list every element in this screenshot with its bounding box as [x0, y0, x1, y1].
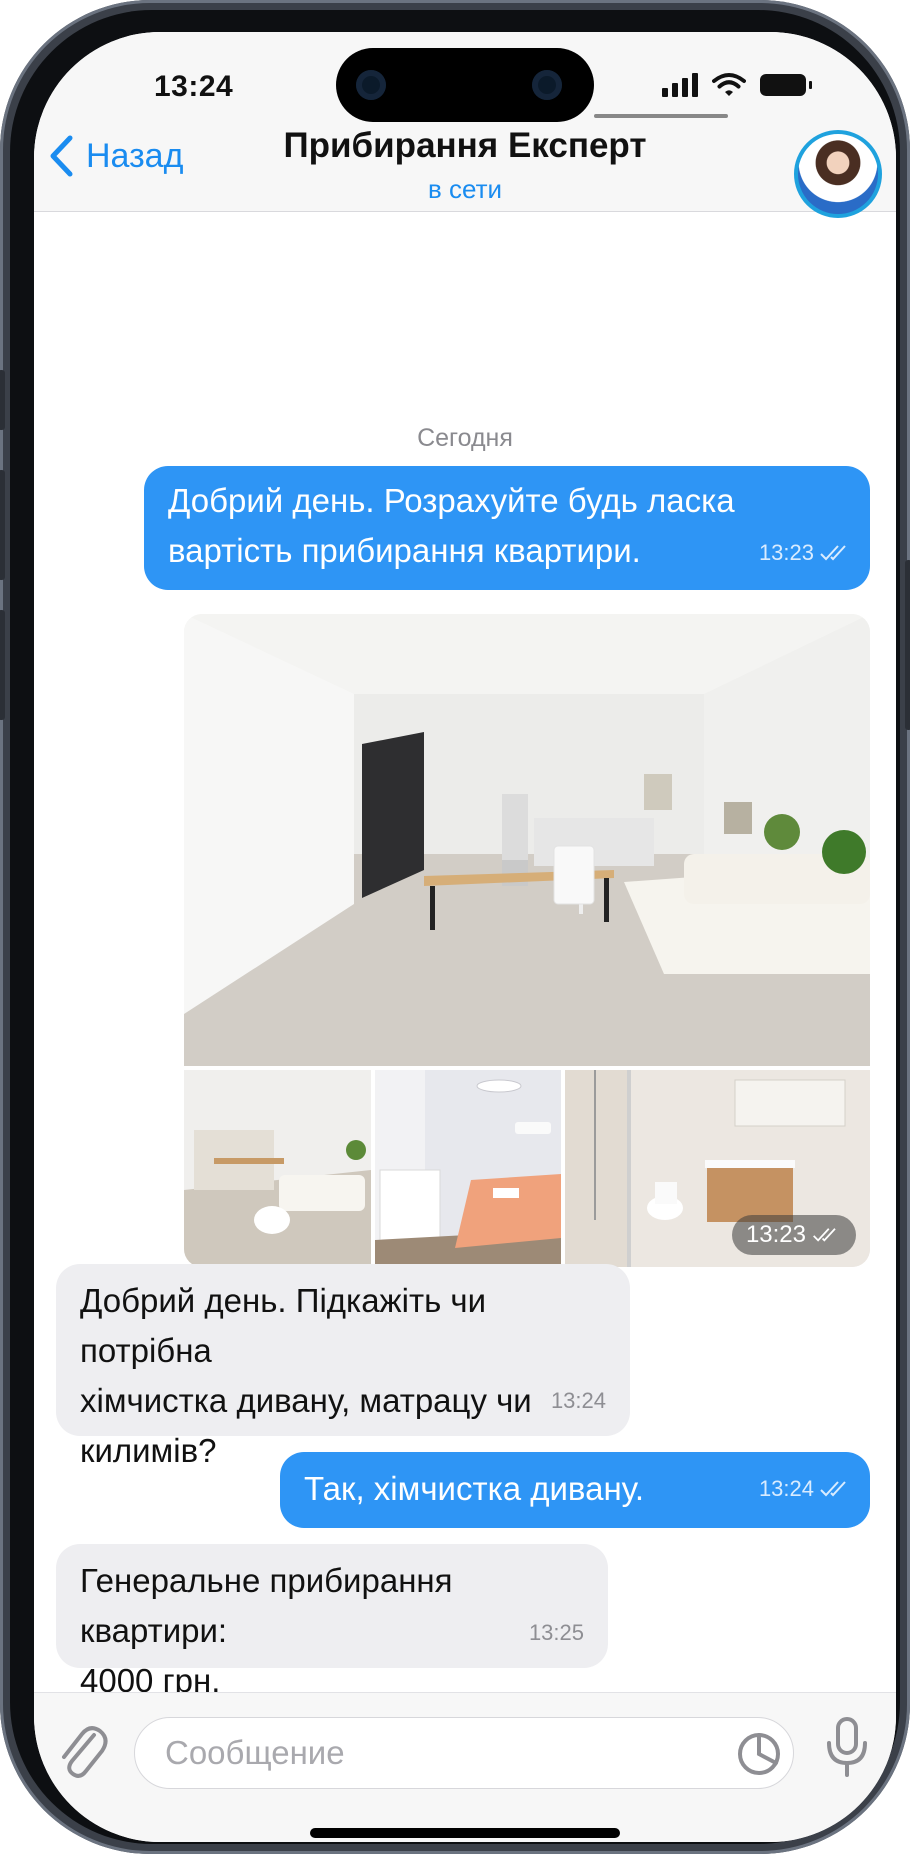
- message-bubble-incoming[interactable]: Генеральне прибирання квартири: 4000 грн…: [56, 1544, 608, 1699]
- bezel: 13:24 Назад Прибирання Експерт в сети Се…: [10, 10, 900, 1844]
- side-button: [0, 370, 5, 430]
- date-separator: Сегодня: [417, 424, 513, 452]
- avatar[interactable]: [794, 130, 882, 218]
- volume-down-button: [0, 610, 5, 720]
- wifi-icon: [712, 73, 746, 96]
- status-icons: [662, 72, 812, 98]
- microphone-icon[interactable]: [824, 1715, 870, 1781]
- living-room-image: [184, 614, 870, 1066]
- message-input[interactable]: [165, 1730, 685, 1776]
- sticker-icon[interactable]: [735, 1730, 783, 1778]
- message-meta: 13:23: [759, 528, 852, 578]
- message-bubble-outgoing[interactable]: Так, хімчистка дивану. 13:24: [280, 1452, 870, 1528]
- kitchen-image: [184, 1070, 371, 1267]
- status-underline: [594, 114, 728, 118]
- power-button: [905, 560, 910, 730]
- sensor-icon: [532, 70, 562, 100]
- album-meta: 13:23: [731, 1215, 856, 1255]
- message-line: вартість прибирання квартири.: [168, 532, 641, 569]
- status-time: 13:24: [154, 70, 234, 103]
- volume-up-button: [0, 470, 5, 580]
- double-check-icon: [820, 1481, 846, 1497]
- paperclip-icon[interactable]: [56, 1717, 108, 1783]
- message-meta: 13:25: [529, 1608, 584, 1658]
- photo-living-room[interactable]: [184, 614, 870, 1066]
- double-check-icon: [813, 1228, 836, 1242]
- message-meta: 13:24: [759, 1464, 852, 1514]
- top-bar: 13:24 Назад Прибирання Експерт в сети: [34, 32, 896, 218]
- message-field[interactable]: [134, 1717, 794, 1789]
- photo-album[interactable]: 13:23: [184, 614, 870, 1267]
- album-time: 13:23: [745, 1221, 806, 1248]
- message-meta: 13:24: [551, 1376, 606, 1426]
- signal-icon: [662, 73, 698, 97]
- bedroom-image: [375, 1070, 561, 1267]
- message-line: Генеральне прибирання квартири:: [80, 1562, 453, 1649]
- message-bubble-outgoing[interactable]: Добрий день. Розрахуйте будь ласка варті…: [144, 466, 870, 590]
- dynamic-island: [336, 48, 594, 122]
- message-line: хімчистка дивану, матрацу чи: [80, 1382, 532, 1419]
- chat-title[interactable]: Прибирання Експерт: [34, 126, 896, 166]
- composer-bar: [34, 1692, 896, 1842]
- message-line: Добрий день. Розрахуйте будь ласка: [168, 482, 735, 519]
- message-time: 13:24: [758, 1476, 814, 1501]
- photo-bedroom[interactable]: [375, 1070, 561, 1267]
- screen: 13:24 Назад Прибирання Експерт в сети Се…: [34, 32, 896, 1842]
- message-line: Добрий день. Підкажіть чи потрібна: [80, 1282, 487, 1369]
- message-time: 13:23: [758, 540, 814, 565]
- battery-icon: [760, 74, 812, 96]
- camera-icon: [356, 70, 386, 100]
- double-check-icon: [820, 545, 846, 561]
- message-time: 13:24: [550, 1388, 606, 1413]
- photo-bathroom[interactable]: 13:23: [565, 1070, 870, 1267]
- home-indicator[interactable]: [310, 1828, 620, 1838]
- message-time: 13:25: [528, 1620, 584, 1645]
- photo-kitchen[interactable]: [184, 1070, 371, 1267]
- phone-frame: 13:24 Назад Прибирання Експерт в сети Се…: [0, 0, 910, 1854]
- chat-status: в сети: [427, 174, 503, 204]
- message-bubble-incoming[interactable]: Добрий день. Підкажіть чи потрібна хімчи…: [56, 1264, 630, 1469]
